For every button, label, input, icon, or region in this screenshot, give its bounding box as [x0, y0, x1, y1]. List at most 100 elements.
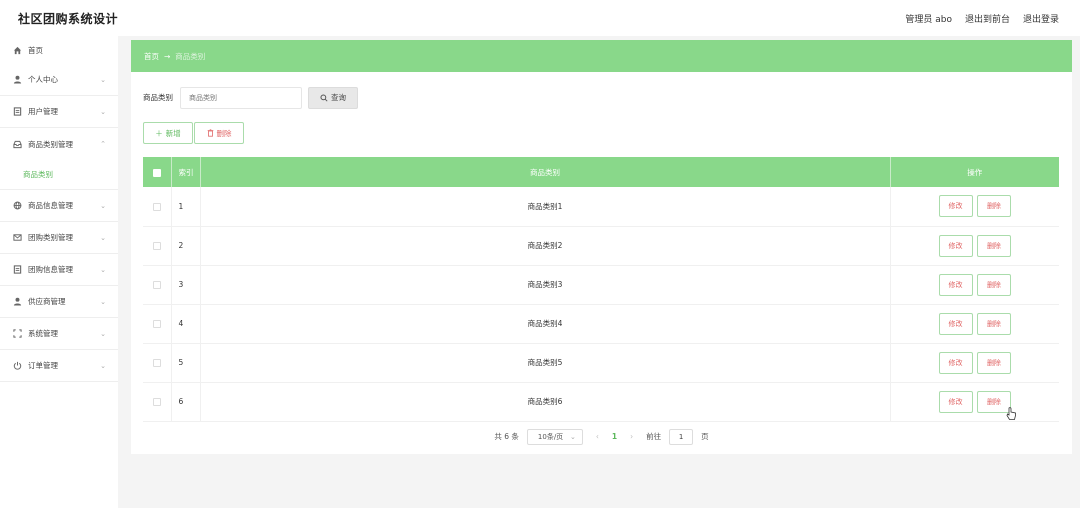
sidebar-item-personal-center[interactable]: 个人中心 ⌄ — [0, 64, 118, 96]
sidebar-item-label: 供应商管理 — [28, 297, 66, 306]
row-check-cell — [143, 382, 172, 421]
sidebar-item-category-management[interactable]: 商品类别管理 ⌃ — [0, 128, 118, 160]
row-check-cell — [143, 226, 172, 265]
edit-button[interactable]: 修改 — [938, 351, 973, 374]
sidebar-item-group-info[interactable]: 团购信息管理 ⌄ — [0, 254, 118, 286]
row-checkbox[interactable] — [152, 281, 161, 289]
document-icon — [13, 265, 22, 274]
delete-button[interactable]: 删除 — [976, 351, 1011, 374]
next-page-icon[interactable]: › — [625, 432, 638, 441]
edit-button[interactable]: 修改 — [938, 390, 973, 413]
chevron-down-icon: ⌄ — [100, 297, 106, 306]
delete-button[interactable]: 删除 — [976, 195, 1011, 218]
breadcrumb-home[interactable]: 首页 — [144, 51, 159, 62]
edit-button[interactable]: 修改 — [938, 195, 973, 218]
batch-delete-button[interactable]: 删除 — [194, 122, 244, 144]
page-suffix: 页 — [701, 432, 709, 441]
sidebar-item-label: 商品信息管理 — [28, 201, 73, 210]
edit-button[interactable]: 修改 — [938, 234, 973, 257]
plus-icon: ＋ — [155, 128, 163, 138]
table-row: 6 商品类别6 修改 删除 — [143, 382, 1059, 421]
goto-label: 前往 — [646, 432, 662, 441]
row-actions: 修改 删除 — [890, 265, 1059, 304]
table-row: 5 商品类别5 修改 删除 — [143, 343, 1059, 382]
row-category-name: 商品类别6 — [200, 382, 891, 421]
trash-icon — [207, 129, 213, 137]
category-table: 索引 商品类别 操作 1 商品类别1 修改 删除 2 商品类别2 修改 删除 3… — [143, 157, 1059, 422]
row-actions: 修改 删除 — [890, 343, 1059, 382]
sidebar-item-supplier[interactable]: 供应商管理 ⌄ — [0, 286, 118, 318]
page-number-current[interactable]: 1 — [612, 432, 617, 441]
top-links: 管理员 abo 退出到前台 退出登录 — [905, 12, 1059, 25]
select-all-checkbox[interactable] — [152, 168, 161, 177]
row-actions: 修改 删除 — [890, 304, 1059, 343]
row-check-cell — [143, 265, 172, 304]
query-button-label: 查询 — [331, 93, 346, 102]
row-actions: 修改 删除 — [890, 382, 1059, 421]
chevron-down-icon: ⌄ — [100, 265, 106, 274]
chevron-down-icon: ⌄ — [100, 233, 106, 242]
delete-button[interactable]: 删除 — [976, 273, 1011, 296]
row-check-cell — [143, 304, 172, 343]
row-index: 4 — [171, 304, 201, 343]
query-button[interactable]: 查询 — [308, 86, 358, 109]
to-frontend-link[interactable]: 退出到前台 — [965, 12, 1010, 25]
column-header-actions: 操作 — [967, 167, 983, 177]
row-actions: 修改 删除 — [890, 226, 1059, 265]
chevron-down-icon: ⌄ — [100, 201, 106, 210]
row-index: 1 — [171, 187, 201, 226]
edit-button[interactable]: 修改 — [938, 273, 973, 296]
sidebar-item-label: 商品类别管理 — [28, 139, 73, 149]
mail-icon — [13, 233, 22, 242]
row-index: 2 — [171, 226, 201, 265]
home-icon — [13, 46, 22, 55]
prev-page-icon[interactable]: ‹ — [591, 432, 604, 441]
fullscreen-icon — [13, 329, 22, 338]
row-category-name: 商品类别4 — [200, 304, 891, 343]
sidebar: 首页 个人中心 ⌄ 用户管理 ⌄ 商品类别管理 ⌃ 商品类别 商品信息管理 ⌄ … — [0, 36, 118, 508]
delete-button-label: 删除 — [216, 128, 232, 138]
sidebar-item-home[interactable]: 首页 — [0, 36, 118, 64]
add-button-label: 新增 — [165, 128, 181, 138]
user-icon — [13, 75, 22, 84]
row-checkbox[interactable] — [152, 242, 161, 250]
document-icon — [13, 107, 22, 116]
delete-button[interactable]: 删除 — [976, 312, 1011, 335]
delete-button[interactable]: 删除 — [976, 234, 1011, 257]
edit-button[interactable]: 修改 — [938, 312, 973, 335]
row-checkbox[interactable] — [152, 202, 161, 211]
globe-icon — [13, 201, 22, 210]
row-checkbox[interactable] — [152, 359, 161, 367]
sidebar-item-orders[interactable]: 订单管理 ⌄ — [0, 350, 118, 382]
page-size-value: 10条/页 — [537, 432, 564, 441]
goto-page-input[interactable] — [669, 428, 694, 445]
row-checkbox[interactable] — [152, 320, 161, 328]
user-icon — [13, 297, 22, 306]
sidebar-item-label: 用户管理 — [28, 107, 58, 116]
sidebar-item-user-management[interactable]: 用户管理 ⌄ — [0, 96, 118, 128]
submenu-item-category[interactable]: 商品类别 — [0, 160, 118, 190]
chevron-down-icon: ⌄ — [100, 75, 106, 84]
row-index: 5 — [171, 343, 201, 382]
row-category-name: 商品类别1 — [200, 187, 891, 226]
page-size-select[interactable]: 10条/页 ⌄ — [526, 428, 583, 445]
row-check-cell — [143, 343, 172, 382]
search-input[interactable] — [180, 86, 302, 109]
table-header-row: 索引 商品类别 操作 — [143, 157, 1059, 187]
top-bar: 社区团购系统设计 管理员 abo 退出到前台 退出登录 — [0, 0, 1080, 36]
sidebar-item-product-info[interactable]: 商品信息管理 ⌄ — [0, 190, 118, 222]
sidebar-item-system[interactable]: 系统管理 ⌄ — [0, 318, 118, 350]
sidebar-item-group-category[interactable]: 团购类别管理 ⌄ — [0, 222, 118, 254]
action-row: ＋ 新增 删除 — [143, 122, 1060, 144]
row-actions: 修改 删除 — [890, 187, 1059, 226]
chevron-down-icon: ⌄ — [570, 432, 576, 441]
add-button[interactable]: ＋ 新增 — [143, 122, 193, 144]
admin-label[interactable]: 管理员 abo — [905, 12, 952, 25]
row-checkbox[interactable] — [152, 398, 161, 406]
table-row: 4 商品类别4 修改 删除 — [143, 304, 1059, 343]
search-label: 商品类别 — [143, 93, 173, 102]
logout-link[interactable]: 退出登录 — [1023, 12, 1059, 25]
row-category-name: 商品类别2 — [200, 226, 891, 265]
table-row: 2 商品类别2 修改 删除 — [143, 226, 1059, 265]
row-index: 3 — [171, 265, 201, 304]
